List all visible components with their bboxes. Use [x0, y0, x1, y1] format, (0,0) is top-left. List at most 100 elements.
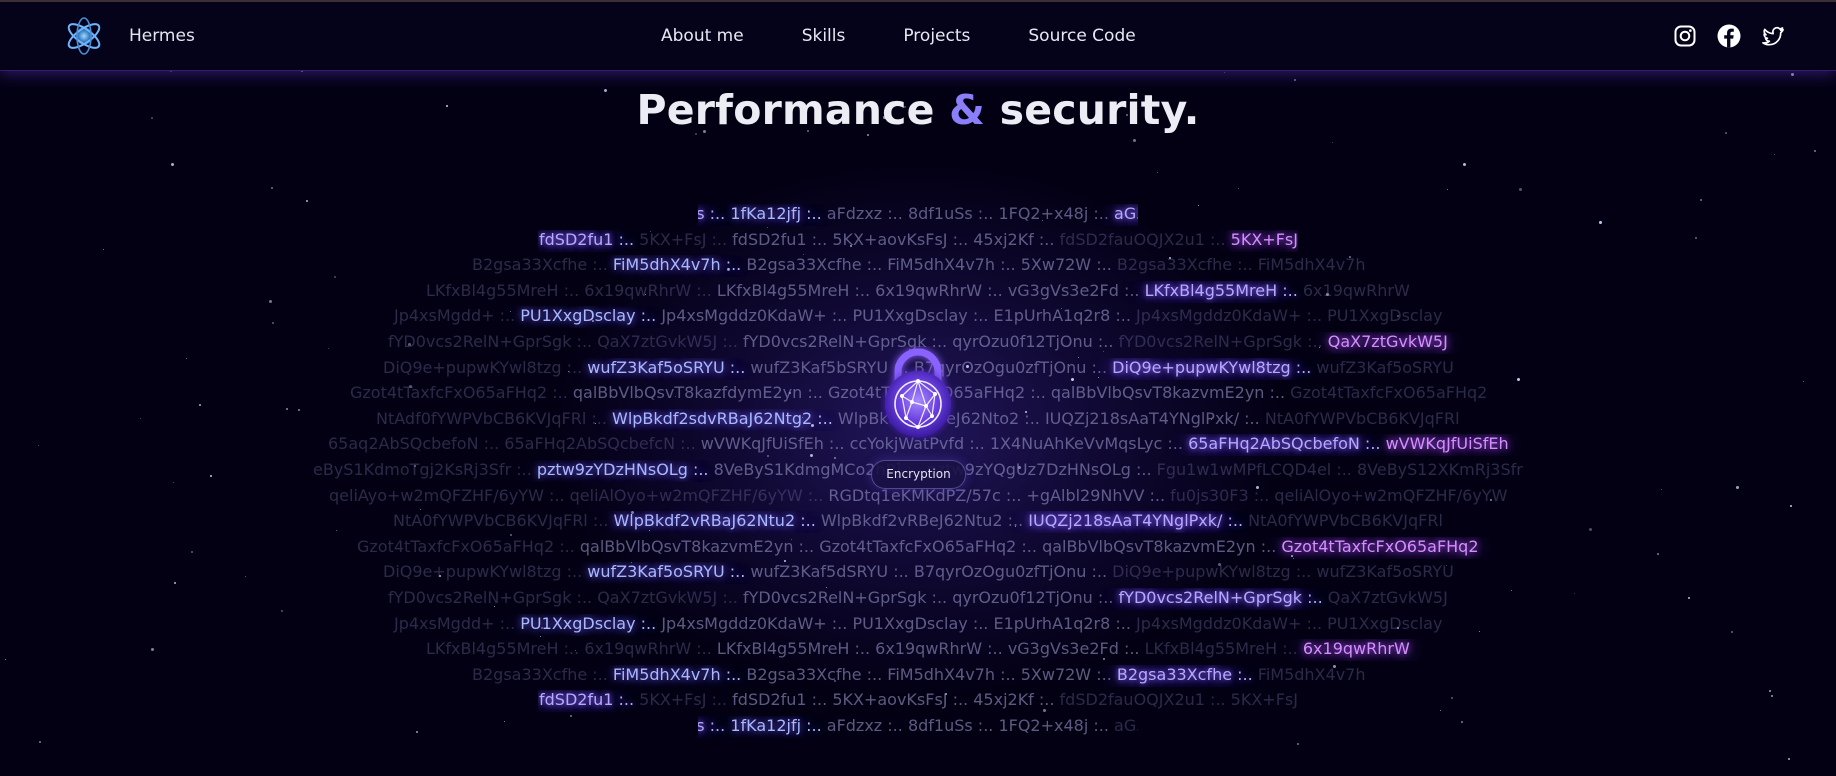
- star: [1790, 505, 1792, 507]
- star: [1791, 73, 1794, 76]
- star: [1688, 597, 1690, 599]
- star: [1803, 381, 1804, 382]
- encryption-badge: Encryption: [871, 460, 966, 489]
- star: [1198, 205, 1199, 206]
- code-line-text: DiQ9e+pupwKYwl8tzg :.. wufZ3Kaf5oSRYU :.…: [383, 562, 1454, 582]
- star: [1332, 142, 1333, 143]
- atom-logo-icon[interactable]: [64, 16, 104, 56]
- code-line: fYD0vcs2RelN+GprSgk :.. QaX7ztGvkW5J :..…: [298, 588, 1538, 610]
- star: [1574, 593, 1575, 594]
- star: [420, 509, 421, 510]
- star: [174, 582, 176, 584]
- code-line: fdSD2fu1 :.. 5KX+FsJ :.. fdSD2fu1 :.. 5K…: [538, 230, 1298, 252]
- star: [1657, 553, 1659, 555]
- star: [1814, 150, 1816, 152]
- star: [1224, 72, 1225, 73]
- star: [416, 731, 418, 733]
- star: [140, 418, 141, 419]
- nav-menu: About me Skills Projects Source Code: [661, 26, 1136, 46]
- star: [269, 300, 272, 303]
- code-line: Gzot4tTaxfcFxO65aFHq2 :.. qalBbVlbQsvT8k…: [258, 537, 1578, 559]
- star: [867, 134, 869, 136]
- code-line-text: fdSD2fu1 :.. 5KX+FsJ :.. fdSD2fu1 :.. 5K…: [539, 690, 1298, 710]
- star: [1700, 199, 1702, 201]
- star: [510, 534, 512, 536]
- star: [5, 659, 6, 660]
- star: [834, 457, 836, 459]
- star: [570, 715, 572, 717]
- nav-item-source-code[interactable]: Source Code: [1028, 26, 1135, 46]
- star: [1788, 758, 1790, 760]
- code-line: Jp4xsMgdd+ :.. PU1XxgDsclay :.. Jp4xsMgd…: [318, 614, 1518, 636]
- code-line-text: Gzot4tTaxfcFxO65aFHq2 :.. qalBbVlbQsvT8k…: [357, 536, 1479, 556]
- code-line-text: B2gsa33Xcfhe :.. FiM5dhX4v7h :.. B2gsa33…: [472, 255, 1366, 275]
- star: [245, 576, 246, 577]
- star: [1451, 697, 1453, 699]
- code-line: DiQ9e+pupwKYwl8tzg :.. wufZ3Kaf5oSRYU :.…: [278, 562, 1558, 584]
- code-line: NtA0fYWPVbCB6KVJqFRl :.. WlpBkdf2vRBaJ62…: [278, 511, 1558, 533]
- star: [1599, 221, 1602, 224]
- code-line-text: LKfxBl4g55MreH :.. 6x19qwRhrW :.. LKfxBl…: [426, 280, 1410, 300]
- star: [1297, 743, 1299, 745]
- code-line-text: LKfxBl4g55MreH :.. 6x19qwRhrW :.. LKfxBl…: [426, 639, 1410, 659]
- code-line: B2gsa33Xcfhe :.. FiM5dhX4v7h :.. B2gsa33…: [398, 255, 1438, 277]
- code-line-text: Jp4xsMgdd+ :.. PU1XxgDsclay :.. Jp4xsMgd…: [394, 613, 1443, 633]
- star: [1589, 528, 1592, 531]
- star: [1294, 79, 1296, 81]
- brand-name[interactable]: Hermes: [129, 26, 195, 46]
- hero-title: Performance & security.: [0, 86, 1836, 134]
- code-line-text: 8dKa824HDs :.. 1fKa12jfj :.. aFdzxz :.. …: [698, 716, 1138, 735]
- code-line-text: B2gsa33Xcfhe :.. FiM5dhX4v7h :.. B2gsa33…: [472, 664, 1366, 684]
- star: [1157, 172, 1158, 173]
- star: [1736, 486, 1739, 489]
- star: [1133, 139, 1136, 142]
- code-line: 8dKa824HDs :.. 1fKa12jfj :.. aFdzxz :.. …: [698, 716, 1138, 738]
- star: [540, 636, 541, 637]
- star: [1461, 721, 1463, 723]
- code-line: 8dKa824HDs :.. 1fKa12jfj :.. aFdzxz :.. …: [698, 204, 1138, 226]
- nav-item-skills[interactable]: Skills: [802, 26, 846, 46]
- hero-title-ampersand: &: [949, 86, 986, 134]
- code-line-text: NtA0fYWPVbCB6KVJqFRl :.. WlpBkdf2vRBaJ62…: [393, 511, 1443, 531]
- instagram-icon[interactable]: [1673, 24, 1697, 48]
- twitter-icon[interactable]: [1761, 24, 1785, 48]
- code-line-text: 8dKa824HDs :.. 1fKa12jfj :.. aFdzxz :.. …: [698, 204, 1138, 223]
- code-line: Jp4xsMgdd+ :.. PU1XxgDsclay :.. Jp4xsMgd…: [318, 306, 1518, 328]
- star: [767, 227, 768, 228]
- code-line-text: Jp4xsMgdd+ :.. PU1XxgDsclay :.. Jp4xsMgd…: [394, 306, 1443, 326]
- page: Hermes About me Skills Projects Source C…: [0, 0, 1836, 776]
- padlock-icon: [880, 346, 956, 442]
- star: [306, 200, 308, 202]
- code-line-text: fdSD2fu1 :.. 5KX+FsJ :.. fdSD2fu1 :.. 5K…: [539, 229, 1298, 249]
- star: [1447, 189, 1448, 190]
- star: [171, 163, 174, 166]
- star: [38, 445, 39, 446]
- facebook-icon[interactable]: [1717, 24, 1741, 48]
- code-line: fdSD2fu1 :.. 5KX+FsJ :.. fdSD2fu1 :.. 5K…: [538, 690, 1298, 712]
- star: [272, 322, 274, 324]
- hero-title-part2: security.: [985, 86, 1200, 134]
- hero-title-part1: Performance: [636, 86, 950, 134]
- star: [1661, 489, 1662, 490]
- star: [199, 404, 201, 406]
- star: [1440, 710, 1441, 711]
- star: [271, 187, 273, 189]
- star: [281, 610, 283, 612]
- star: [1771, 695, 1773, 697]
- star: [210, 475, 212, 477]
- code-line-text: fYD0vcs2RelN+GprSgk :.. QaX7ztGvkW5J :..…: [388, 588, 1448, 607]
- star: [1519, 188, 1522, 191]
- star: [334, 276, 336, 278]
- star: [1463, 163, 1466, 166]
- star: [151, 648, 154, 651]
- code-line: B2gsa33Xcfhe :.. FiM5dhX4v7h :.. B2gsa33…: [398, 665, 1438, 687]
- nav-item-about-me[interactable]: About me: [661, 26, 744, 46]
- star: [1774, 154, 1775, 155]
- social-links: [1673, 24, 1785, 48]
- star: [39, 741, 41, 743]
- star: [103, 249, 104, 250]
- star: [504, 721, 505, 722]
- nav-item-projects[interactable]: Projects: [903, 26, 970, 46]
- code-line: LKfxBl4g55MreH :.. 6x19qwRhrW :.. LKfxBl…: [358, 639, 1478, 661]
- star: [1731, 631, 1733, 633]
